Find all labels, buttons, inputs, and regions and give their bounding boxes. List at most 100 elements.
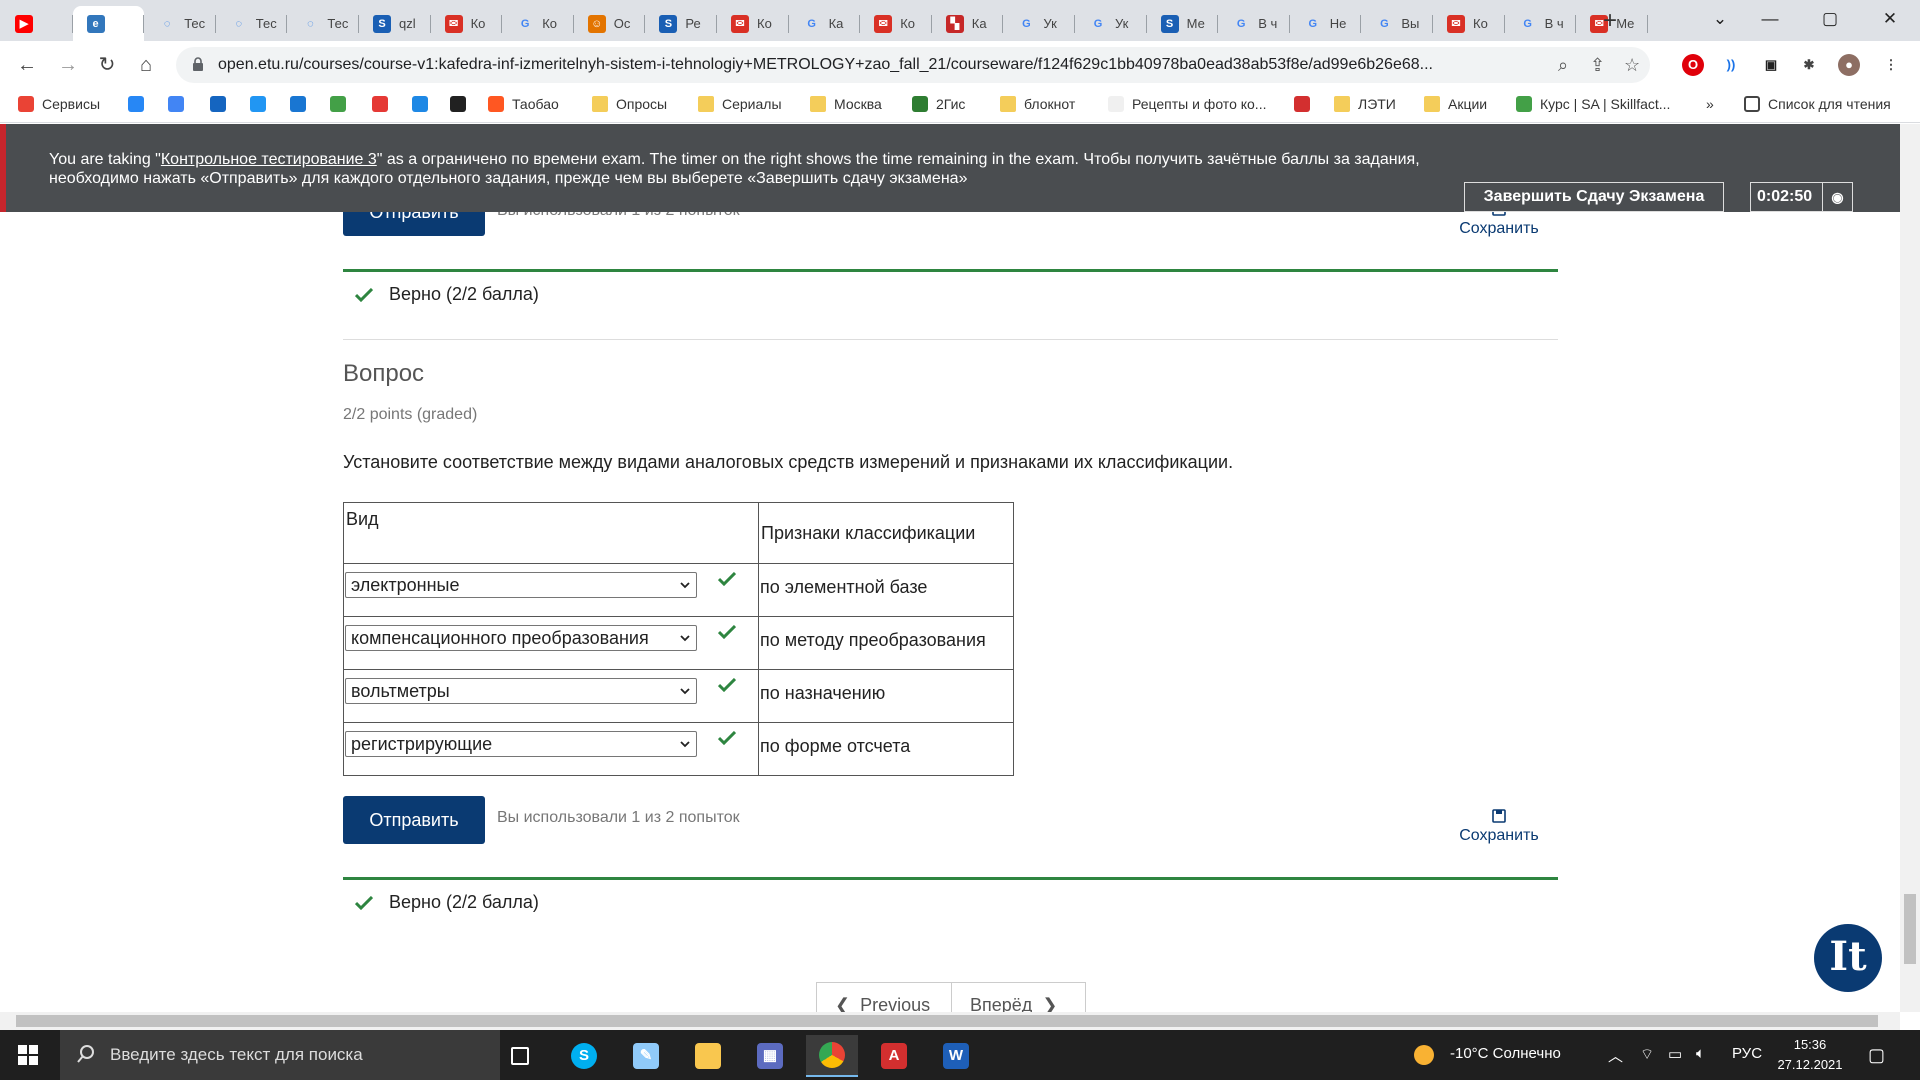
bookmark-item[interactable]: Опросы bbox=[592, 96, 667, 112]
answer-select-4[interactable]: регистрирующие bbox=[345, 731, 697, 757]
browser-tab[interactable]: ◌ Тес bbox=[216, 6, 288, 41]
address-bar[interactable]: open.etu.ru/courses/course-v1:kafedra-in… bbox=[176, 47, 1650, 83]
bookmark-item[interactable] bbox=[128, 96, 152, 112]
extensions-puzzle-icon[interactable]: ✱ bbox=[1798, 54, 1820, 76]
skype-icon[interactable]: S bbox=[558, 1035, 610, 1077]
bookmark-item[interactable]: Таобао bbox=[488, 96, 559, 112]
browser-tab[interactable]: ✉ Ко bbox=[431, 6, 503, 41]
browser-tab[interactable]: G Ук bbox=[1075, 6, 1147, 41]
browser-tab[interactable]: ◌ Тес bbox=[287, 6, 359, 41]
browser-tab[interactable]: GВ ч bbox=[1218, 6, 1290, 41]
calculator-icon[interactable]: ▦ bbox=[744, 1035, 796, 1077]
close-icon[interactable]: ✕ bbox=[1860, 0, 1920, 41]
taskbar-search[interactable]: Введите здесь текст для поиска bbox=[60, 1030, 500, 1080]
scroll-thumb[interactable] bbox=[16, 1015, 1878, 1027]
browser-tab[interactable]: ✉ Ко bbox=[717, 6, 789, 41]
home-icon[interactable]: ⌂ bbox=[131, 50, 161, 80]
back-icon[interactable]: ← bbox=[12, 50, 42, 80]
browser-tab[interactable]: G Ко bbox=[502, 6, 574, 41]
browser-tab[interactable]: e bbox=[72, 6, 145, 41]
opera-icon[interactable]: O bbox=[1682, 54, 1704, 76]
tray-chevron-icon[interactable]: ︿ bbox=[1608, 1045, 1623, 1066]
wifi-extension-icon[interactable]: )) bbox=[1720, 54, 1742, 76]
minimize-icon[interactable]: — bbox=[1740, 0, 1800, 41]
bookmark-item[interactable]: Сервисы bbox=[18, 96, 100, 112]
zoom-icon[interactable]: ⌕ bbox=[1558, 55, 1568, 76]
cube-extension-icon[interactable]: ▣ bbox=[1760, 54, 1782, 76]
prev-save-button[interactable]: Сохранить bbox=[1439, 212, 1559, 238]
submit-button[interactable]: Отправить bbox=[343, 796, 485, 844]
it-chat-badge[interactable]: It bbox=[1814, 924, 1882, 992]
browser-tab[interactable]: G Не bbox=[1290, 6, 1362, 41]
bookmark-item[interactable]: ЛЭТИ bbox=[1334, 96, 1396, 112]
reload-icon[interactable]: ↻ bbox=[92, 50, 122, 80]
new-tab-button[interactable]: + bbox=[1596, 8, 1624, 36]
bookmark-item[interactable]: Рецепты и фото ко... bbox=[1108, 96, 1266, 112]
bookmark-item[interactable]: блокнот bbox=[1000, 96, 1075, 112]
task-view-icon[interactable] bbox=[494, 1035, 546, 1077]
hide-timer-eye-icon[interactable]: ◉ bbox=[1822, 183, 1852, 211]
browser-tab[interactable]: ✉ Ко bbox=[860, 6, 932, 41]
notifications-icon[interactable]: ▢ bbox=[1868, 1045, 1885, 1066]
bookmark-item[interactable]: 2Гис bbox=[912, 96, 965, 112]
vertical-scrollbar[interactable] bbox=[1900, 124, 1920, 1012]
browser-tab[interactable]: ✉ Ко bbox=[1433, 6, 1505, 41]
bookmark-item[interactable] bbox=[330, 96, 354, 112]
bookmark-star-icon[interactable]: ☆ bbox=[1624, 55, 1640, 76]
system-clock[interactable]: 15:36 27.12.2021 bbox=[1770, 1035, 1850, 1075]
bookmark-item[interactable]: Москва bbox=[810, 96, 882, 112]
answer-select-2[interactable]: компенсационного преобразования bbox=[345, 625, 697, 651]
forward-icon[interactable]: → bbox=[53, 50, 83, 80]
bookmarks-more-button[interactable]: » bbox=[1706, 96, 1714, 112]
browser-tab[interactable]: G Ук bbox=[1003, 6, 1075, 41]
browser-tab[interactable]: Sqzl bbox=[359, 6, 431, 41]
windows-start-icon[interactable] bbox=[18, 1045, 38, 1065]
bookmark-item[interactable] bbox=[1294, 96, 1318, 112]
bookmark-item[interactable]: Курс | SA | Skillfact... bbox=[1516, 96, 1670, 112]
weather-text[interactable]: -10°C Солнечно bbox=[1450, 1045, 1561, 1062]
browser-tab[interactable]: G Ка bbox=[789, 6, 861, 41]
browser-tab[interactable]: ◌ Тес bbox=[144, 6, 216, 41]
answer-select-3[interactable]: вольтметры bbox=[345, 678, 697, 704]
finish-exam-button[interactable]: Завершить Сдачу Экзамена bbox=[1464, 182, 1724, 212]
browser-tab[interactable]: ▶ bbox=[1, 6, 73, 41]
scroll-thumb[interactable] bbox=[1904, 894, 1916, 964]
browser-tab[interactable]: ▚ Ка bbox=[932, 6, 1004, 41]
browser-tab[interactable]: S Ме bbox=[1147, 6, 1219, 41]
bookmark-item[interactable] bbox=[372, 96, 396, 112]
bookmark-item[interactable] bbox=[210, 96, 234, 112]
exam-title-link[interactable]: Контрольное тестирование 3 bbox=[161, 151, 377, 168]
save-button[interactable]: Сохранить bbox=[1439, 809, 1559, 845]
reading-list-button[interactable]: Список для чтения bbox=[1744, 96, 1891, 112]
avatar[interactable]: ● bbox=[1838, 54, 1860, 76]
url-text[interactable]: open.etu.ru/courses/course-v1:kafedra-in… bbox=[218, 56, 1518, 74]
share-icon[interactable]: ⇪ bbox=[1590, 55, 1605, 76]
horizontal-scrollbar[interactable] bbox=[0, 1012, 1900, 1030]
bookmark-item[interactable] bbox=[412, 96, 436, 112]
browser-tab[interactable]: S Ре bbox=[645, 6, 717, 41]
bookmark-item[interactable] bbox=[168, 96, 192, 112]
browser-tab[interactable]: ☺ Ос bbox=[574, 6, 646, 41]
maximize-icon[interactable]: ▢ bbox=[1800, 0, 1860, 41]
weather-sun-icon[interactable] bbox=[1414, 1045, 1434, 1065]
network-icon[interactable]: ⌔ bbox=[1640, 1045, 1654, 1064]
prev-submit-button[interactable]: Отправить bbox=[343, 212, 485, 236]
browser-tab[interactable]: G Вы bbox=[1361, 6, 1433, 41]
bookmark-item[interactable] bbox=[290, 96, 314, 112]
previous-button[interactable]: ❮ Previous bbox=[817, 983, 952, 1012]
browser-tab[interactable]: GВ ч bbox=[1505, 6, 1577, 41]
paint-icon[interactable]: ✎ bbox=[620, 1035, 672, 1077]
answer-select-1[interactable]: электронные bbox=[345, 572, 697, 598]
acrobat-icon[interactable]: A bbox=[868, 1035, 920, 1077]
bookmark-item[interactable]: Акции bbox=[1424, 96, 1487, 112]
word-icon[interactable]: W bbox=[930, 1035, 982, 1077]
chrome-icon[interactable] bbox=[806, 1035, 858, 1077]
bookmark-item[interactable] bbox=[250, 96, 274, 112]
language-indicator[interactable]: РУС bbox=[1732, 1045, 1762, 1062]
volume-icon[interactable]: 🔈︎ bbox=[1696, 1045, 1705, 1062]
bookmark-item[interactable]: Сериалы bbox=[698, 96, 782, 112]
menu-kebab-icon[interactable]: ⋮ bbox=[1880, 54, 1902, 76]
bookmark-item[interactable] bbox=[450, 96, 474, 112]
explorer-icon[interactable] bbox=[682, 1035, 734, 1077]
battery-icon[interactable]: ▭ bbox=[1668, 1045, 1682, 1063]
